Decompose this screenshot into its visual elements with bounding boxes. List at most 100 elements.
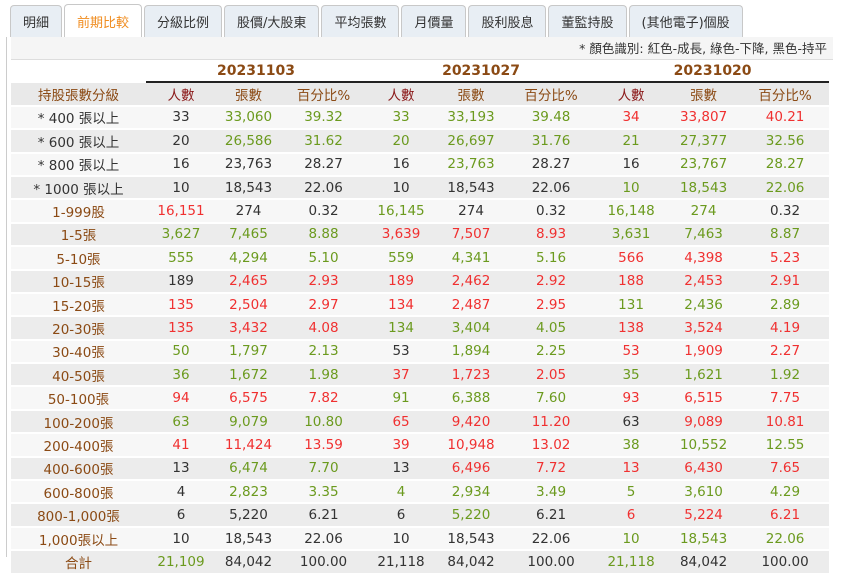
- shares-cell: 18,543: [436, 175, 507, 201]
- tab-9[interactable]: (其他電子)個股: [628, 5, 743, 37]
- shares-cell: 7,507: [436, 222, 507, 248]
- people-count-cell: 33: [366, 105, 437, 131]
- tier-label: 5-10張: [11, 246, 146, 271]
- percent-cell: 32.56: [741, 129, 830, 154]
- percent-header: 百分比%: [741, 82, 830, 107]
- table-row: 200-400張 41 11,424 13.59 39 10,948 13.02 38 10,5…: [11, 433, 830, 458]
- tab-6[interactable]: 月價量: [401, 5, 467, 37]
- tab-8[interactable]: 董監持股: [548, 5, 627, 37]
- percent-cell: 2.91: [741, 269, 830, 294]
- tier-label: * 600 張以上: [11, 129, 146, 154]
- table-row: * 400 張以上 33 33,060 39.32 33 33,193 39.48 34 33,…: [11, 105, 830, 131]
- percent-cell: 100.00: [506, 550, 597, 575]
- percent-cell: 12.55: [741, 433, 830, 458]
- percent-cell: 11.20: [506, 409, 597, 435]
- table-row: * 1000 張以上 10 18,543 22.06 10 18,543 22.06 10 18…: [11, 175, 830, 201]
- table-row: * 800 張以上 16 23,763 28.27 16 23,763 28.27 16 23,…: [11, 152, 830, 177]
- people-count-cell: 21: [596, 129, 667, 154]
- table-row: 30-40張 50 1,797 2.13 53 1,894 2.25 53 1,909 2.27: [11, 339, 830, 365]
- people-count-cell: 20: [146, 129, 216, 154]
- shares-cell: 33,060: [216, 105, 281, 131]
- shares-cell: 84,042: [216, 550, 281, 575]
- shares-cell: 6,496: [436, 456, 507, 482]
- people-count-cell: 94: [146, 386, 216, 411]
- shares-cell: 6,388: [436, 386, 507, 411]
- percent-cell: 3.49: [506, 480, 597, 505]
- people-count-cell: 10: [366, 526, 437, 552]
- tab-2[interactable]: 前期比較: [64, 4, 143, 38]
- tier-label: 1,000張以上: [11, 526, 146, 552]
- shares-cell: 26,586: [216, 129, 281, 154]
- people-count-header: 人數: [596, 82, 667, 107]
- percent-cell: 3.35: [281, 480, 367, 505]
- people-count-cell: 33: [146, 105, 216, 131]
- tab-5[interactable]: 平均張數: [321, 5, 400, 37]
- shares-cell: 6,430: [666, 456, 742, 482]
- percent-cell: 22.06: [281, 175, 367, 201]
- percent-cell: 2.97: [281, 292, 367, 318]
- shares-cell: 1,672: [216, 363, 281, 388]
- people-count-cell: 37: [366, 363, 437, 388]
- shares-cell: 3,524: [666, 316, 742, 341]
- table-row: 1-5張 3,627 7,465 8.88 3,639 7,507 8.93 3,631 7,4…: [11, 222, 830, 248]
- shares-cell: 6,575: [216, 386, 281, 411]
- shares-cell: 33,807: [666, 105, 742, 131]
- shares-cell: 7,463: [666, 222, 742, 248]
- percent-cell: 22.06: [281, 526, 367, 552]
- people-count-cell: 10: [146, 526, 216, 552]
- tier-label: 50-100張: [11, 386, 146, 411]
- people-count-header: 人數: [366, 82, 437, 107]
- tier-label: 20-30張: [11, 316, 146, 341]
- shares-cell: 2,487: [436, 292, 507, 318]
- tab-3[interactable]: 分級比例: [144, 5, 223, 37]
- tier-label: 800-1,000張: [11, 503, 146, 528]
- shares-cell: 33,193: [436, 105, 507, 131]
- percent-cell: 39.48: [506, 105, 597, 131]
- shares-cell: 5,220: [216, 503, 281, 528]
- shares-cell: 26,697: [436, 129, 507, 154]
- shares-cell: 5,224: [666, 503, 742, 528]
- people-count-cell: 134: [366, 316, 437, 341]
- people-count-cell: 34: [596, 105, 667, 131]
- shares-header: 張數: [216, 82, 281, 107]
- percent-cell: 13.59: [281, 433, 367, 458]
- table-row: 40-50張 36 1,672 1.98 37 1,723 2.05 35 1,621 1.92: [11, 363, 830, 388]
- shares-cell: 5,220: [436, 503, 507, 528]
- shares-cell: 1,621: [666, 363, 742, 388]
- tier-column-header: 持股張數分級: [11, 82, 146, 107]
- people-count-cell: 91: [366, 386, 437, 411]
- tab-7[interactable]: 股利股息: [468, 5, 547, 37]
- percent-cell: 39.32: [281, 105, 367, 131]
- people-count-cell: 16,145: [366, 198, 437, 224]
- people-count-cell: 134: [366, 292, 437, 318]
- percent-cell: 4.29: [741, 480, 830, 505]
- percent-cell: 6.21: [506, 503, 597, 528]
- people-count-cell: 10: [596, 175, 667, 201]
- tab-bar: 明細 前期比較 分級比例 股價/大股東 平均張數 月價量 股利股息 董監持股 (其他電子)個股: [10, 4, 743, 38]
- shares-cell: 2,462: [436, 269, 507, 294]
- shares-cell: 10,552: [666, 433, 742, 458]
- table-row: 合計 21,109 84,042 100.00 21,118 84,042 100.00 21…: [11, 550, 830, 575]
- column-header-row: 持股張數分級 人數 張數 百分比% 人數 張數 百分比% 人數 張數 百分比%: [11, 82, 830, 107]
- shares-cell: 2,934: [436, 480, 507, 505]
- percent-cell: 28.27: [281, 152, 367, 177]
- tab-4[interactable]: 股價/大股東: [224, 5, 320, 37]
- people-count-cell: 41: [146, 433, 216, 458]
- shares-cell: 1,797: [216, 339, 281, 365]
- table-row: * 600 張以上 20 26,586 31.62 20 26,697 31.76 21 27,…: [11, 129, 830, 154]
- shares-cell: 6,474: [216, 456, 281, 482]
- tab-1[interactable]: 明細: [10, 5, 63, 37]
- people-count-cell: 36: [146, 363, 216, 388]
- shares-cell: 7,465: [216, 222, 281, 248]
- tier-label: 40-50張: [11, 363, 146, 388]
- shares-header: 張數: [436, 82, 507, 107]
- people-count-cell: 39: [366, 433, 437, 458]
- shares-cell: 3,610: [666, 480, 742, 505]
- tier-label: 200-400張: [11, 433, 146, 458]
- table-row: 400-600張 13 6,474 7.70 13 6,496 7.72 13 6,430 7.6…: [11, 456, 830, 482]
- table-row: 1,000張以上 10 18,543 22.06 10 18,543 22.06 10 18,5…: [11, 526, 830, 552]
- people-count-cell: 3,627: [146, 222, 216, 248]
- percent-cell: 5.16: [506, 246, 597, 271]
- percent-cell: 22.06: [506, 526, 597, 552]
- percent-cell: 2.25: [506, 339, 597, 365]
